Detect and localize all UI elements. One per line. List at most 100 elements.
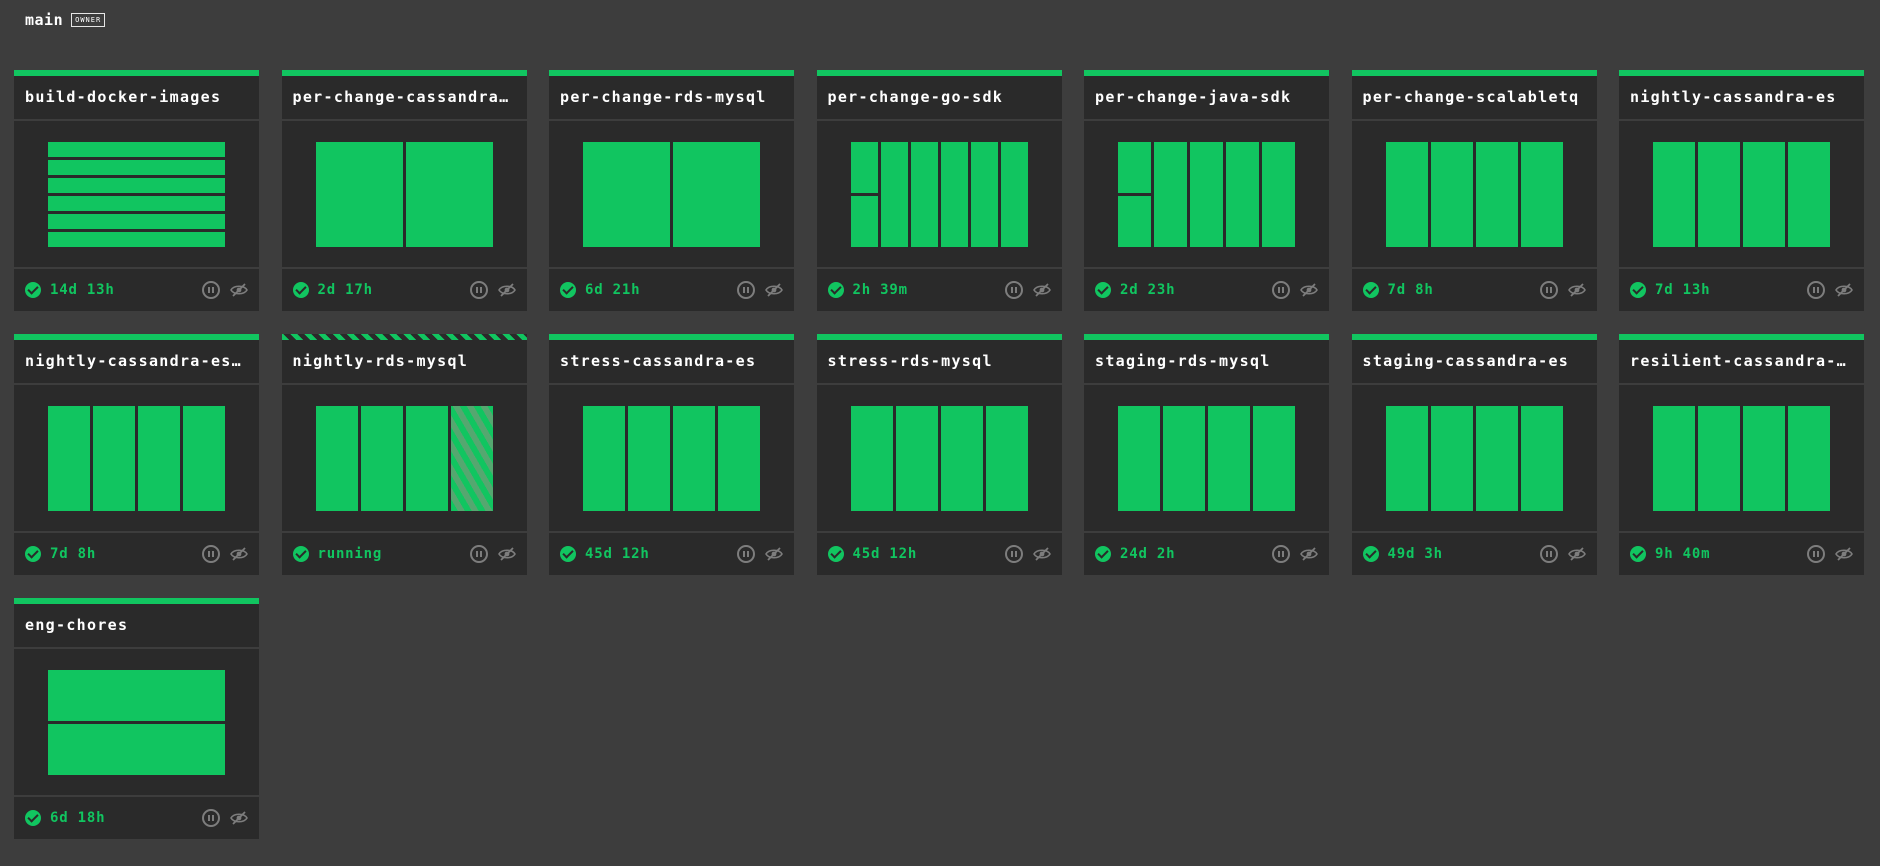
pause-icon[interactable] [469,545,488,563]
pipeline-preview[interactable] [14,121,259,269]
pipeline-card-per-change-go-sdk[interactable]: per-change-go-sdk 2h 39m [816,70,1062,311]
job-box[interactable] [940,405,983,511]
pipeline-preview[interactable] [281,385,527,533]
job-box[interactable] [1743,141,1785,247]
pipeline-card-per-change-cassandra-es[interactable]: per-change-cassandra-es 2d 17h [281,70,527,311]
pipeline-preview[interactable] [1619,385,1864,533]
job-box[interactable] [48,195,225,211]
hide-eye-icon[interactable] [1567,283,1586,297]
job-box[interactable] [880,141,908,247]
hide-eye-icon[interactable] [497,547,516,561]
pause-icon[interactable] [1272,545,1290,563]
hide-eye-icon[interactable] [1835,547,1853,561]
job-box[interactable] [673,141,760,247]
pause-icon[interactable] [202,809,220,827]
pipeline-name[interactable]: resilient-cassandra-es [1619,340,1864,385]
pipeline-name[interactable]: staging-cassandra-es [1351,340,1597,385]
pipeline-name[interactable]: stress-rds-mysql [816,340,1062,385]
hide-eye-icon[interactable] [1567,547,1586,561]
hide-eye-icon[interactable] [1835,283,1853,297]
hide-eye-icon[interactable] [765,283,783,297]
pipeline-name[interactable]: stress-cassandra-es [549,340,794,385]
job-box[interactable] [48,177,225,193]
job-box[interactable] [850,195,878,247]
pipeline-preview[interactable] [816,385,1062,533]
pause-icon[interactable] [1807,281,1825,299]
job-box[interactable] [970,141,998,247]
pipeline-preview[interactable] [14,385,259,533]
job-box[interactable] [1520,405,1563,511]
hide-eye-icon[interactable] [230,283,248,297]
job-box[interactable] [48,159,225,175]
pipeline-preview[interactable] [1084,385,1329,533]
job-box[interactable] [718,405,760,511]
job-box[interactable] [1118,141,1151,193]
pipeline-preview[interactable] [816,121,1062,269]
pause-icon[interactable] [1539,281,1558,299]
job-box[interactable] [360,405,403,511]
job-box[interactable] [48,231,225,247]
job-box[interactable] [1430,141,1473,247]
hide-eye-icon[interactable] [765,547,783,561]
job-box[interactable] [850,141,878,193]
pipeline-name[interactable]: per-change-rds-mysql [549,76,794,121]
pipeline-card-nightly-cassandra-es-v2[interactable]: nightly-cassandra-es-v2 7d 8h [14,334,259,575]
hide-eye-icon[interactable] [1300,547,1318,561]
pipeline-card-nightly-cassandra-es[interactable]: nightly-cassandra-es 7d 13h [1619,70,1864,311]
pipeline-preview[interactable] [549,385,794,533]
job-box[interactable] [1208,405,1250,511]
job-box[interactable] [1226,141,1259,247]
pipeline-name[interactable]: per-change-cassandra-es [281,76,527,121]
job-box[interactable] [48,723,225,775]
pause-icon[interactable] [737,281,755,299]
pipeline-card-eng-chores[interactable]: eng-chores 6d 18h [14,598,259,839]
pipeline-name[interactable]: per-change-go-sdk [816,76,1062,121]
job-box[interactable] [315,141,403,247]
pipeline-card-resilient-cassandra-es[interactable]: resilient-cassandra-es 9h 40m [1619,334,1864,575]
job-box[interactable] [48,669,225,721]
job-box[interactable] [1653,405,1695,511]
job-box[interactable] [583,405,625,511]
pipeline-preview[interactable] [1619,121,1864,269]
job-box[interactable] [1653,141,1695,247]
job-box[interactable] [405,141,493,247]
job-box[interactable] [910,141,938,247]
job-box[interactable] [93,405,135,511]
hide-eye-icon[interactable] [497,283,516,297]
hide-eye-icon[interactable] [230,811,248,825]
job-box[interactable] [673,405,715,511]
job-box[interactable] [1698,141,1740,247]
hide-eye-icon[interactable] [230,547,248,561]
hide-eye-icon[interactable] [1032,283,1051,297]
pipeline-preview[interactable] [1351,121,1597,269]
job-box[interactable] [138,405,180,511]
job-box[interactable] [183,405,225,511]
pipeline-preview[interactable] [1351,385,1597,533]
job-box[interactable] [1788,405,1830,511]
pipeline-preview[interactable] [14,649,259,797]
job-box[interactable] [940,141,968,247]
pipeline-preview[interactable] [549,121,794,269]
pipeline-card-build-docker-images[interactable]: build-docker-images 14d 13h [14,70,259,311]
job-box[interactable] [1430,405,1473,511]
job-box[interactable] [985,405,1028,511]
job-box[interactable] [1154,141,1187,247]
pipeline-name[interactable]: nightly-rds-mysql [281,340,527,385]
pause-icon[interactable] [469,281,488,299]
job-box[interactable] [315,405,358,511]
pause-icon[interactable] [1272,281,1290,299]
pipeline-card-per-change-java-sdk[interactable]: per-change-java-sdk 2d 23h [1084,70,1329,311]
pipeline-card-stress-cassandra-es[interactable]: stress-cassandra-es 45d 12h [549,334,794,575]
pipeline-preview[interactable] [1084,121,1329,269]
job-box[interactable] [1520,141,1563,247]
pipeline-preview[interactable] [281,121,527,269]
pipeline-name[interactable]: nightly-cassandra-es-v2 [14,340,259,385]
pipeline-name[interactable]: eng-chores [14,604,259,649]
job-box[interactable] [48,405,90,511]
job-box[interactable] [1385,141,1428,247]
job-box[interactable] [1743,405,1785,511]
job-box[interactable] [1118,195,1151,247]
job-box[interactable] [895,405,938,511]
job-box[interactable] [1788,141,1830,247]
job-box[interactable] [1253,405,1295,511]
